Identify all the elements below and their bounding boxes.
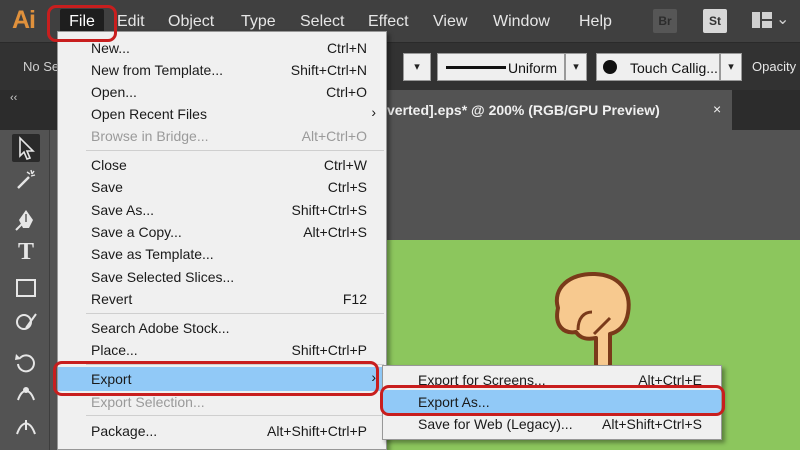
menu-view[interactable]: View [429, 9, 471, 34]
opacity-label[interactable]: Opacity [752, 59, 796, 74]
menu-item-save[interactable]: Save Ctrl+S [58, 176, 386, 198]
menu-item-label: Search Adobe Stock... [91, 320, 230, 336]
chevron-down-icon[interactable]: ▾ [403, 53, 431, 81]
menu-item-shortcut: Shift+Ctrl+S [291, 202, 367, 218]
rectangle-icon[interactable] [12, 274, 40, 302]
menu-item-export[interactable]: Export › [58, 367, 386, 391]
menu-item-search-adobe-stock[interactable]: Search Adobe Stock... [58, 317, 386, 339]
menu-item-label: Save As... [91, 202, 155, 218]
menu-item-label: New from Template... [91, 62, 224, 78]
menu-item-label: Export [91, 371, 132, 387]
menu-item-export-for-screens[interactable]: Export for Screens... Alt+Ctrl+E [383, 369, 721, 391]
width-tool-icon[interactable] [12, 414, 40, 442]
menu-item-shortcut: Alt+Ctrl+O [301, 128, 367, 144]
pointing-hand-icon [554, 271, 631, 374]
menu-item-save-for-web[interactable]: Save for Web (Legacy)... Alt+Shift+Ctrl+… [383, 413, 721, 435]
menu-item-label: Browse in Bridge... [91, 128, 209, 144]
menu-item-label: Export Selection... [91, 394, 205, 410]
menu-item-label: Open Recent Files [91, 106, 207, 122]
menu-item-save-selected-slices[interactable]: Save Selected Slices... [58, 266, 386, 288]
menu-item-shortcut: Shift+Ctrl+P [291, 342, 367, 358]
collapse-panels-icon[interactable]: ‹‹ [10, 92, 17, 104]
menu-item-label: Save [91, 179, 123, 195]
close-icon[interactable]: × [713, 101, 721, 117]
menu-separator [86, 313, 384, 314]
menu-item-label: Export for Screens... [418, 372, 546, 388]
menu-item-save-as-template[interactable]: Save as Template... [58, 243, 386, 265]
bridge-badge[interactable]: Br [653, 9, 677, 33]
menu-item-label: Save a Copy... [91, 224, 182, 240]
type-icon[interactable]: T [12, 238, 40, 266]
menu-item-export-as[interactable]: Export As... [383, 390, 721, 414]
stroke-line-icon [446, 66, 506, 69]
submenu-arrow-icon: › [371, 369, 376, 385]
menu-item-new[interactable]: New... Ctrl+N [58, 37, 386, 59]
menu-item-place[interactable]: Place... Shift+Ctrl+P [58, 339, 386, 361]
menu-item-label: New... [91, 40, 130, 56]
shaper-icon[interactable] [12, 308, 40, 336]
menu-separator [86, 415, 384, 416]
magic-wand-icon[interactable] [12, 166, 40, 194]
document-tab[interactable]: verted].eps* @ 200% (RGB/GPU Preview) × [387, 90, 732, 130]
stroke-profile-label: Uniform [508, 60, 558, 76]
menu-item-label: Save for Web (Legacy)... [418, 416, 573, 432]
menu-item-save-a-copy[interactable]: Save a Copy... Alt+Ctrl+S [58, 221, 386, 243]
menu-item-browse-in-bridge: Browse in Bridge... Alt+Ctrl+O [58, 125, 386, 147]
puppet-warp-icon[interactable] [12, 380, 40, 408]
chevron-down-icon[interactable]: ▾ [565, 53, 587, 81]
menu-item-label: Open... [91, 84, 137, 100]
stock-badge[interactable]: St [703, 9, 727, 33]
menu-separator [86, 150, 384, 151]
menu-help[interactable]: Help [575, 9, 616, 34]
menu-item-label: Save Selected Slices... [91, 269, 235, 285]
menu-window[interactable]: Window [489, 9, 554, 34]
menu-item-open-recent-files[interactable]: Open Recent Files › [58, 103, 386, 125]
menu-item-close[interactable]: Close Ctrl+W [58, 154, 386, 176]
menu-item-export-selection: Export Selection... [58, 391, 386, 413]
tools-panel: T [0, 130, 50, 450]
menu-item-shortcut: Shift+Ctrl+N [290, 62, 367, 78]
menu-item-label: Place... [91, 342, 138, 358]
menu-item-shortcut: Ctrl+O [326, 84, 367, 100]
menu-item-label: Export As... [418, 394, 490, 410]
rotate-icon[interactable] [12, 348, 40, 376]
selection-status: No Se [23, 59, 60, 74]
workspace-grid-icon[interactable] [752, 12, 772, 28]
menu-item-save-as[interactable]: Save As... Shift+Ctrl+S [58, 199, 386, 221]
chevron-down-icon[interactable]: ⌄ [776, 9, 789, 29]
menu-item-shortcut: Alt+Shift+Ctrl+P [267, 423, 367, 439]
menu-item-shortcut: Alt+Ctrl+E [638, 372, 702, 388]
menu-item-revert[interactable]: Revert F12 [58, 288, 386, 310]
menu-item-open[interactable]: Open... Ctrl+O [58, 81, 386, 103]
menu-item-shortcut: Ctrl+S [327, 179, 367, 195]
menu-item-shortcut: Ctrl+W [323, 157, 367, 173]
menu-item-label: Package... [91, 423, 158, 439]
menu-separator [86, 364, 384, 365]
menu-item-shortcut: Ctrl+N [326, 40, 367, 56]
menu-item-shortcut: Alt+Shift+Ctrl+S [602, 416, 702, 432]
stroke-profile-select[interactable]: Uniform [437, 53, 565, 81]
brush-label: Touch Callig... [630, 60, 718, 76]
menu-item-new-from-template[interactable]: New from Template... Shift+Ctrl+N [58, 59, 386, 81]
chevron-down-icon[interactable]: ▾ [720, 53, 742, 81]
menu-item-label: Revert [91, 291, 133, 307]
brush-select[interactable]: Touch Callig... [596, 53, 720, 81]
menu-item-shortcut: Alt+Ctrl+S [303, 224, 367, 240]
menu-item-label: Close [91, 157, 127, 173]
menu-item-shortcut: F12 [342, 291, 367, 307]
menu-item-label: Save as Template... [91, 246, 214, 262]
selection-arrow-icon[interactable] [12, 134, 40, 162]
export-submenu: Export for Screens... Alt+Ctrl+E Export … [382, 365, 722, 440]
document-tab-title: verted].eps* @ 200% (RGB/GPU Preview) [387, 102, 660, 118]
pen-icon[interactable] [12, 206, 40, 234]
file-menu: New... Ctrl+N New from Template... Shift… [57, 31, 387, 450]
submenu-arrow-icon: › [371, 104, 376, 120]
menu-item-package[interactable]: Package... Alt+Shift+Ctrl+P [58, 420, 386, 442]
illustrator-logo: Ai [12, 6, 36, 34]
brush-dot-icon [603, 60, 617, 74]
